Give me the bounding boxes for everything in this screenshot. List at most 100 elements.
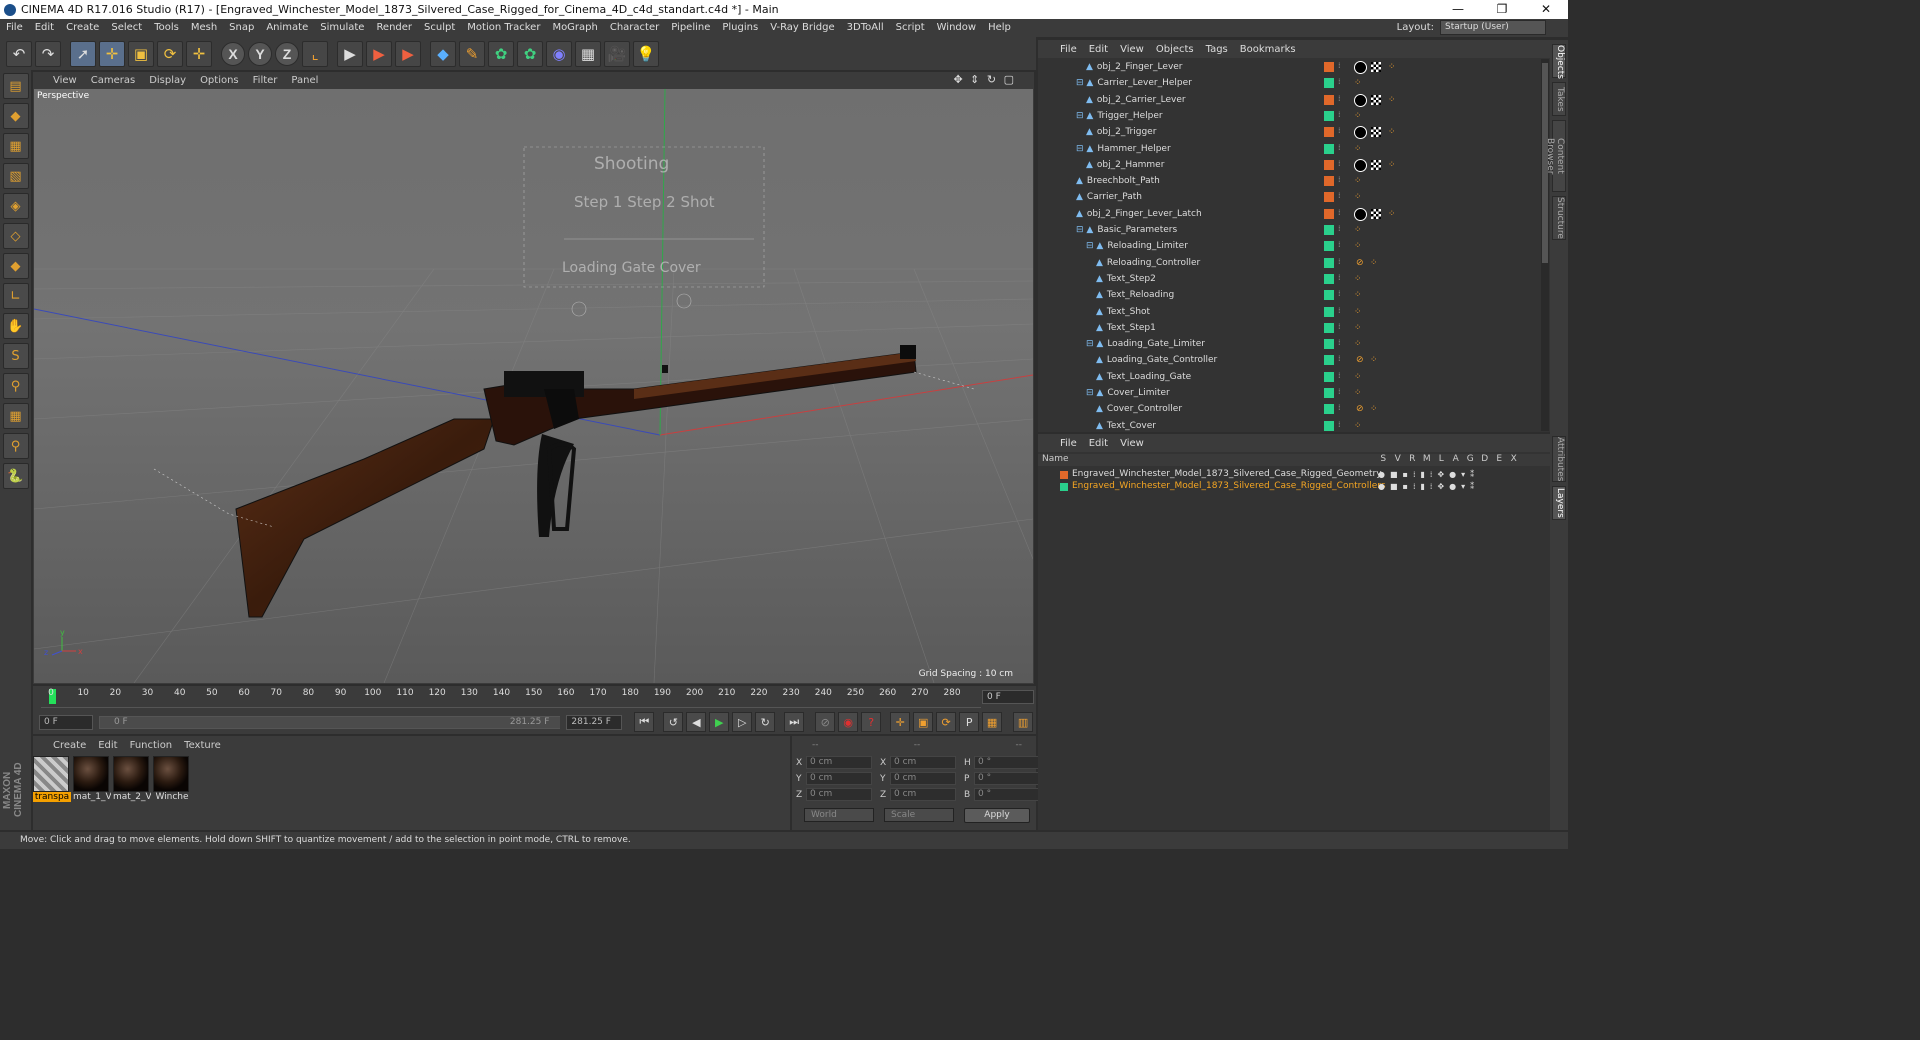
object-tree-scrollbar[interactable] — [1541, 59, 1549, 431]
object-mode-icon[interactable]: ◆ — [2, 103, 29, 129]
material-menu-texture[interactable]: Texture — [184, 740, 221, 751]
object-tree[interactable]: ▲ obj_2_Finger_Lever ⁞ ⁘ ⊟ ▲ Carrier_Lever_He… — [1038, 59, 1538, 431]
layer-toggle-icons[interactable]: ●■▪⁞▮⁞✥●▾⁑ — [1378, 482, 1479, 491]
side-tab-structure[interactable]: Structure — [1552, 196, 1566, 240]
expand-toggle-icon[interactable]: ⊟ ▲ — [1086, 241, 1103, 251]
layer-color-swatch[interactable] — [1060, 483, 1068, 491]
coord-mode-dropdown[interactable]: World — [804, 808, 874, 822]
menu-script[interactable]: Script — [890, 19, 931, 37]
null-object-icon[interactable]: ▲ — [1096, 355, 1103, 365]
z-axis-lock-button[interactable]: Z — [275, 41, 299, 66]
material-preview-icon[interactable] — [113, 756, 149, 792]
visibility-dots-icon[interactable]: ⁞ — [1338, 224, 1341, 233]
layer-menu-view[interactable]: View — [1120, 438, 1144, 449]
object-name[interactable]: Text_Step2 — [1107, 274, 1156, 284]
xpresso-tag-icon[interactable]: ⁘ — [1370, 355, 1380, 365]
layer-color-icon[interactable] — [1324, 225, 1334, 235]
layer-column-l[interactable]: L — [1434, 454, 1449, 464]
xpresso-tag-icon[interactable]: ⁘ — [1354, 274, 1364, 284]
y-axis-lock-button[interactable]: Y — [248, 41, 272, 66]
xpresso-tag-icon[interactable]: ⁘ — [1354, 225, 1364, 235]
visibility-dots-icon[interactable]: ⁞ — [1338, 61, 1341, 70]
xpresso-tag-icon[interactable]: ⁘ — [1388, 95, 1398, 105]
layer-color-icon[interactable] — [1324, 306, 1334, 317]
material-menu-function[interactable]: Function — [130, 740, 173, 751]
null-object-icon[interactable]: ▲ — [1076, 192, 1083, 202]
material-preview-icon[interactable] — [33, 756, 69, 792]
object-name[interactable]: obj_2_Finger_Lever — [1097, 62, 1183, 72]
material-swatch[interactable]: transpa — [33, 756, 71, 802]
xpresso-tag-icon[interactable]: ⁘ — [1370, 404, 1380, 414]
visibility-dots-icon[interactable]: ⁞ — [1338, 289, 1341, 298]
viewport-menu-options[interactable]: Options — [200, 75, 239, 86]
visibility-dots-icon[interactable]: ⁞ — [1338, 143, 1341, 152]
material-menu-edit[interactable]: Edit — [98, 740, 117, 751]
deformer-icon[interactable]: ◉ — [546, 40, 572, 67]
visibility-dots-icon[interactable]: ⁞ — [1338, 94, 1341, 103]
object-row[interactable]: ⊟ ▲ Carrier_Lever_Helper ⁞ ⁘ — [1038, 75, 1538, 91]
visibility-dots-icon[interactable]: ⁞ — [1338, 191, 1341, 200]
floor-object-icon[interactable]: ▦ — [575, 40, 601, 67]
visibility-dots-icon[interactable]: ⁞ — [1338, 420, 1341, 429]
redo-button[interactable]: ↷ — [35, 40, 61, 67]
null-object-icon[interactable]: ▲ — [1096, 307, 1103, 317]
visibility-dots-icon[interactable]: ⁞ — [1338, 273, 1341, 282]
layer-menu-file[interactable]: File — [1060, 438, 1077, 449]
record-keys-icon[interactable]: ⊘ — [815, 712, 836, 732]
object-menu-objects[interactable]: Objects — [1156, 44, 1194, 55]
expand-toggle-icon[interactable]: ⊟ ▲ — [1076, 111, 1093, 121]
object-name[interactable]: Text_Loading_Gate — [1107, 372, 1191, 382]
layer-color-icon[interactable] — [1324, 127, 1334, 138]
expand-toggle-icon[interactable]: ⊟ ▲ — [1076, 225, 1093, 235]
xpresso-tag-icon[interactable]: ⁘ — [1354, 307, 1364, 317]
layer-color-icon[interactable] — [1324, 273, 1334, 284]
menu-edit[interactable]: Edit — [29, 19, 60, 37]
menu-mograph[interactable]: MoGraph — [546, 19, 603, 37]
object-row[interactable]: ▲ Text_Reloading ⁞ ⁘ — [1038, 287, 1538, 303]
null-object-icon[interactable]: ▲ — [1096, 258, 1103, 268]
subdivision-generator-icon[interactable]: ✿ — [488, 40, 514, 67]
xpresso-tag-icon[interactable]: ⁘ — [1354, 388, 1364, 398]
layer-color-icon[interactable] — [1324, 371, 1334, 382]
null-object-icon[interactable]: ▲ — [1096, 323, 1103, 333]
expand-toggle-icon[interactable]: ⊟ ▲ — [1086, 388, 1103, 398]
object-name[interactable]: Loading_Gate_Controller — [1107, 355, 1217, 365]
tweak-mode-icon[interactable]: ✋ — [2, 313, 29, 339]
object-row[interactable]: ⊟ ▲ Cover_Limiter ⁞ ⁘ — [1038, 385, 1538, 401]
object-menu-bookmarks[interactable]: Bookmarks — [1240, 44, 1296, 55]
goto-previous-key-icon[interactable]: ↺ — [663, 712, 684, 732]
protection-tag-icon[interactable]: ⊘ — [1356, 258, 1366, 268]
layer-color-icon[interactable] — [1324, 241, 1334, 252]
phong-tag-icon[interactable] — [1354, 61, 1367, 74]
model-mode-icon[interactable]: ▤ — [2, 73, 29, 99]
visibility-dots-icon[interactable]: ⁞ — [1338, 354, 1341, 363]
object-name[interactable]: obj_2_Hammer — [1097, 160, 1165, 170]
material-swatch[interactable]: Winche — [153, 756, 191, 802]
menu-snap[interactable]: Snap — [223, 19, 260, 37]
object-name[interactable]: Reloading_Limiter — [1107, 241, 1188, 251]
layer-row[interactable]: Engraved_Winchester_Model_1873_Silvered_… — [1038, 481, 1550, 493]
goto-next-key-icon[interactable]: ↻ — [755, 712, 776, 732]
layer-column-d[interactable]: D — [1478, 454, 1493, 464]
visibility-dots-icon[interactable]: ⁞ — [1338, 257, 1341, 266]
viewport-menu-filter[interactable]: Filter — [253, 75, 278, 86]
visibility-dots-icon[interactable]: ⁞ — [1338, 338, 1341, 347]
material-swatch[interactable]: mat_2_V — [113, 756, 151, 802]
layer-column-a[interactable]: A — [1449, 454, 1464, 464]
preview-range-slider[interactable]: 0 F 281.25 F — [98, 715, 561, 729]
null-object-icon[interactable]: ▲ — [1086, 62, 1093, 72]
start-frame-field[interactable]: 0 F — [39, 714, 93, 730]
menu-file[interactable]: File — [0, 19, 29, 37]
rotate-tool-icon[interactable]: ⟳ — [157, 40, 183, 67]
side-tab-layers[interactable]: Layers — [1552, 486, 1566, 520]
key-pla-icon[interactable]: ▦ — [982, 712, 1003, 732]
keyframe-selection-icon[interactable]: ? — [861, 712, 882, 732]
menu-motion-tracker[interactable]: Motion Tracker — [461, 19, 546, 37]
next-frame-icon[interactable]: ▷ — [732, 712, 753, 732]
visibility-dots-icon[interactable]: ⁞ — [1338, 175, 1341, 184]
object-name[interactable]: Carrier_Path — [1087, 192, 1142, 202]
minimize-button[interactable]: — — [1436, 0, 1480, 19]
menu-tools[interactable]: Tools — [148, 19, 185, 37]
xpresso-tag-icon[interactable]: ⁘ — [1354, 144, 1364, 154]
null-object-icon[interactable]: ▲ — [1096, 421, 1103, 431]
